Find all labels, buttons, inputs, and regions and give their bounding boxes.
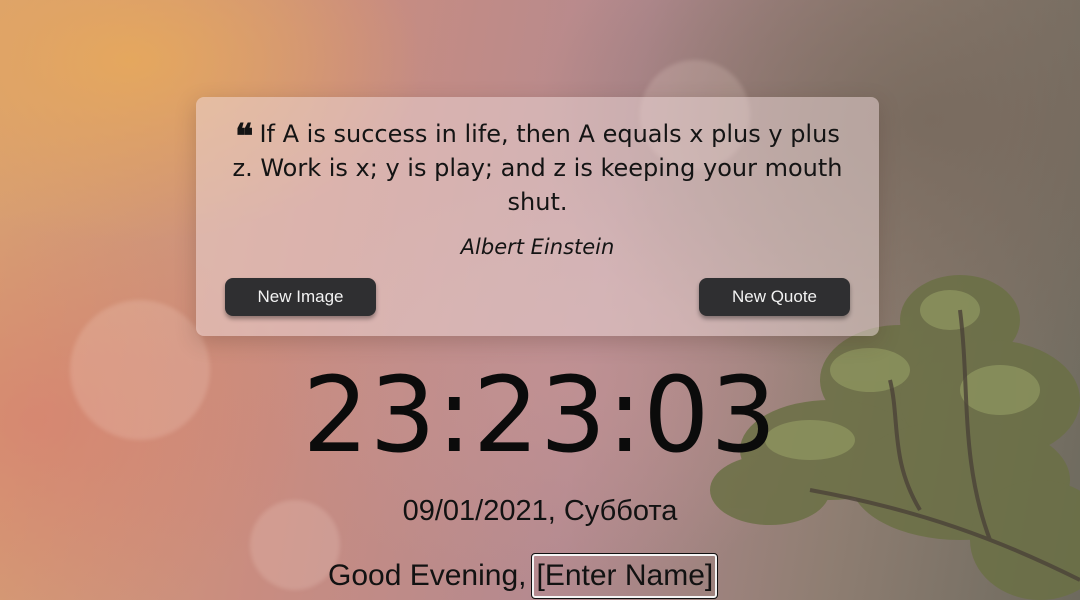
new-quote-button[interactable]: New Quote <box>699 278 850 316</box>
new-image-button[interactable]: New Image <box>225 278 376 316</box>
greeting: Good Evening, [Enter Name] <box>328 553 719 599</box>
quote-text: If A is success in life, then A equals x… <box>232 120 843 216</box>
name-input[interactable]: [Enter Name] <box>531 553 719 599</box>
quote-text-block: ❝ If A is success in life, then A equals … <box>224 117 851 219</box>
clock-time: 23:23:03 <box>302 354 778 476</box>
quote-left-icon: ❝ <box>235 117 254 157</box>
quote-author: Albert Einstein <box>460 235 615 259</box>
quote-card: ❝ If A is success in life, then A equals … <box>196 97 879 336</box>
greeting-text: Good Evening, <box>328 559 527 592</box>
date-label: 09/01/2021, Суббота <box>402 495 678 527</box>
